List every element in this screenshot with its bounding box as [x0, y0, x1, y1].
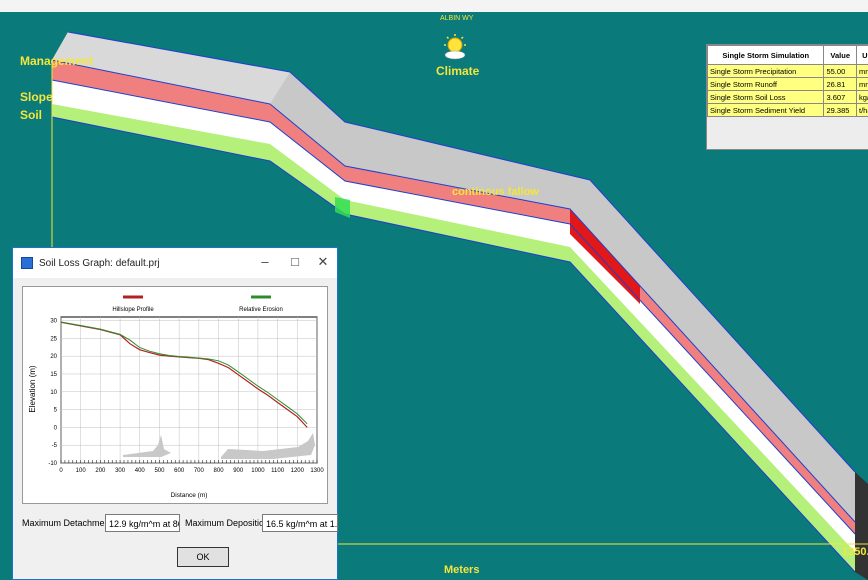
row-value: 55.00 [823, 64, 857, 78]
x-tick-label: 300 [115, 468, 126, 474]
y-tick-label: 15 [50, 372, 57, 378]
y-tick-label: 30 [50, 319, 57, 325]
app-icon [21, 257, 33, 269]
axis-label-meters: Meters [444, 564, 480, 576]
plot-frame [60, 316, 318, 464]
x-tick-labels: 0 100 200 300 400 500 600 700 800 900 1000 1100 1200… [59, 468, 324, 474]
header-units: Units [856, 45, 868, 65]
green-deposition-spot [335, 197, 350, 218]
soil-label[interactable]: Soil [20, 108, 42, 122]
row-label: Single Storm Runoff [707, 77, 825, 91]
legend-profile: Hillslope Profile [112, 307, 154, 313]
table-row: Single Storm Precipitation 55.00 mm [707, 64, 868, 78]
y-tick-label: 10 [50, 390, 57, 396]
row-unit: mm [856, 64, 868, 78]
x-tick-label: 1200 [291, 468, 305, 474]
axis-end-value: 1250. [842, 546, 868, 558]
x-tick-label: 1300 [310, 468, 324, 474]
end-cap-face [855, 472, 868, 580]
row-value: 29.385 [823, 103, 857, 117]
x-tick-label: 900 [233, 468, 244, 474]
y-tick-label: 0 [54, 425, 58, 431]
header-simulation: Single Storm Simulation [707, 45, 825, 65]
dialog-title-bar[interactable]: Soil Loss Graph: default.prj – □ ✕ [13, 248, 337, 278]
soil-loss-graph-panel: Hillslope Profile Relative Erosion 0 100 2… [22, 286, 328, 504]
header-value: Value [823, 45, 857, 65]
x-tick-label: 700 [194, 468, 205, 474]
table-row: Single Storm Runoff 26.81 mm [707, 77, 868, 91]
y-tick-label: 5 [54, 408, 58, 414]
x-tick-label: 1100 [271, 468, 285, 474]
dialog-title: Soil Loss Graph: default.prj [39, 257, 160, 269]
table-row: Single Storm Soil Loss 3.607 kg/m2 [707, 90, 868, 104]
row-label: Single Storm Precipitation [707, 64, 825, 78]
climate-label[interactable]: Climate [436, 64, 479, 78]
row-label: Single Storm Sediment Yield [707, 103, 825, 117]
soil-loss-chart: Hillslope Profile Relative Erosion 0 100 2… [28, 295, 324, 499]
max-deposition-field[interactable]: 16.5 kg/m^m at 1.25e3 m [262, 514, 338, 532]
y-tick-label: 25 [50, 336, 57, 342]
minimize-button[interactable]: – [255, 254, 275, 269]
y-tick-labels: 30 25 20 15 10 5 0 -5 -10 [48, 319, 57, 467]
soil-loss-graph-dialog: Soil Loss Graph: default.prj – □ ✕ Hills… [12, 247, 338, 580]
management-name-label[interactable]: continous fallow [452, 186, 539, 198]
x-tick-label: 0 [59, 468, 63, 474]
row-value: 3.607 [823, 90, 857, 104]
close-button[interactable]: ✕ [313, 254, 333, 270]
simulation-results-table: Single Storm Simulation Value Units Sing… [706, 44, 868, 150]
x-tick-label: 800 [214, 468, 225, 474]
legend-erosion: Relative Erosion [239, 307, 283, 313]
table-row: Single Storm Sediment Yield 29.385 t/ha [707, 103, 868, 117]
x-tick-label: 1000 [251, 468, 265, 474]
climate-station-label: ALBIN WY [440, 15, 474, 22]
top-strip [0, 0, 868, 12]
maximize-button[interactable]: □ [285, 254, 305, 269]
x-tick-label: 400 [135, 468, 146, 474]
row-unit: mm [856, 77, 868, 91]
x-tick-label: 200 [95, 468, 106, 474]
x-tick-label: 600 [174, 468, 185, 474]
ok-button[interactable]: OK [177, 547, 229, 567]
row-value: 26.81 [823, 77, 857, 91]
row-unit: t/ha [856, 103, 868, 117]
x-tick-label: 100 [76, 468, 87, 474]
slope-label[interactable]: Slope [20, 90, 53, 104]
chart-xlabel: Distance (m) [171, 492, 208, 499]
row-label: Single Storm Soil Loss [707, 90, 825, 104]
y-tick-label: -5 [52, 443, 58, 449]
y-tick-label: -10 [48, 461, 57, 467]
y-tick-label: 20 [50, 354, 57, 360]
max-deposition-label: Maximum Deposition: [185, 518, 272, 528]
x-tick-label: 500 [154, 468, 165, 474]
sun-icon[interactable] [442, 34, 468, 60]
max-detachment-field[interactable]: 12.9 kg/m^m at 863 m [105, 514, 180, 532]
chart-ylabel: Elevation (m) [28, 365, 37, 412]
max-detachment-label: Maximum Detachment: [22, 518, 115, 528]
row-unit: kg/m2 [856, 90, 868, 104]
table-header-row: Single Storm Simulation Value Units [707, 45, 868, 65]
management-label[interactable]: Management [20, 54, 93, 68]
